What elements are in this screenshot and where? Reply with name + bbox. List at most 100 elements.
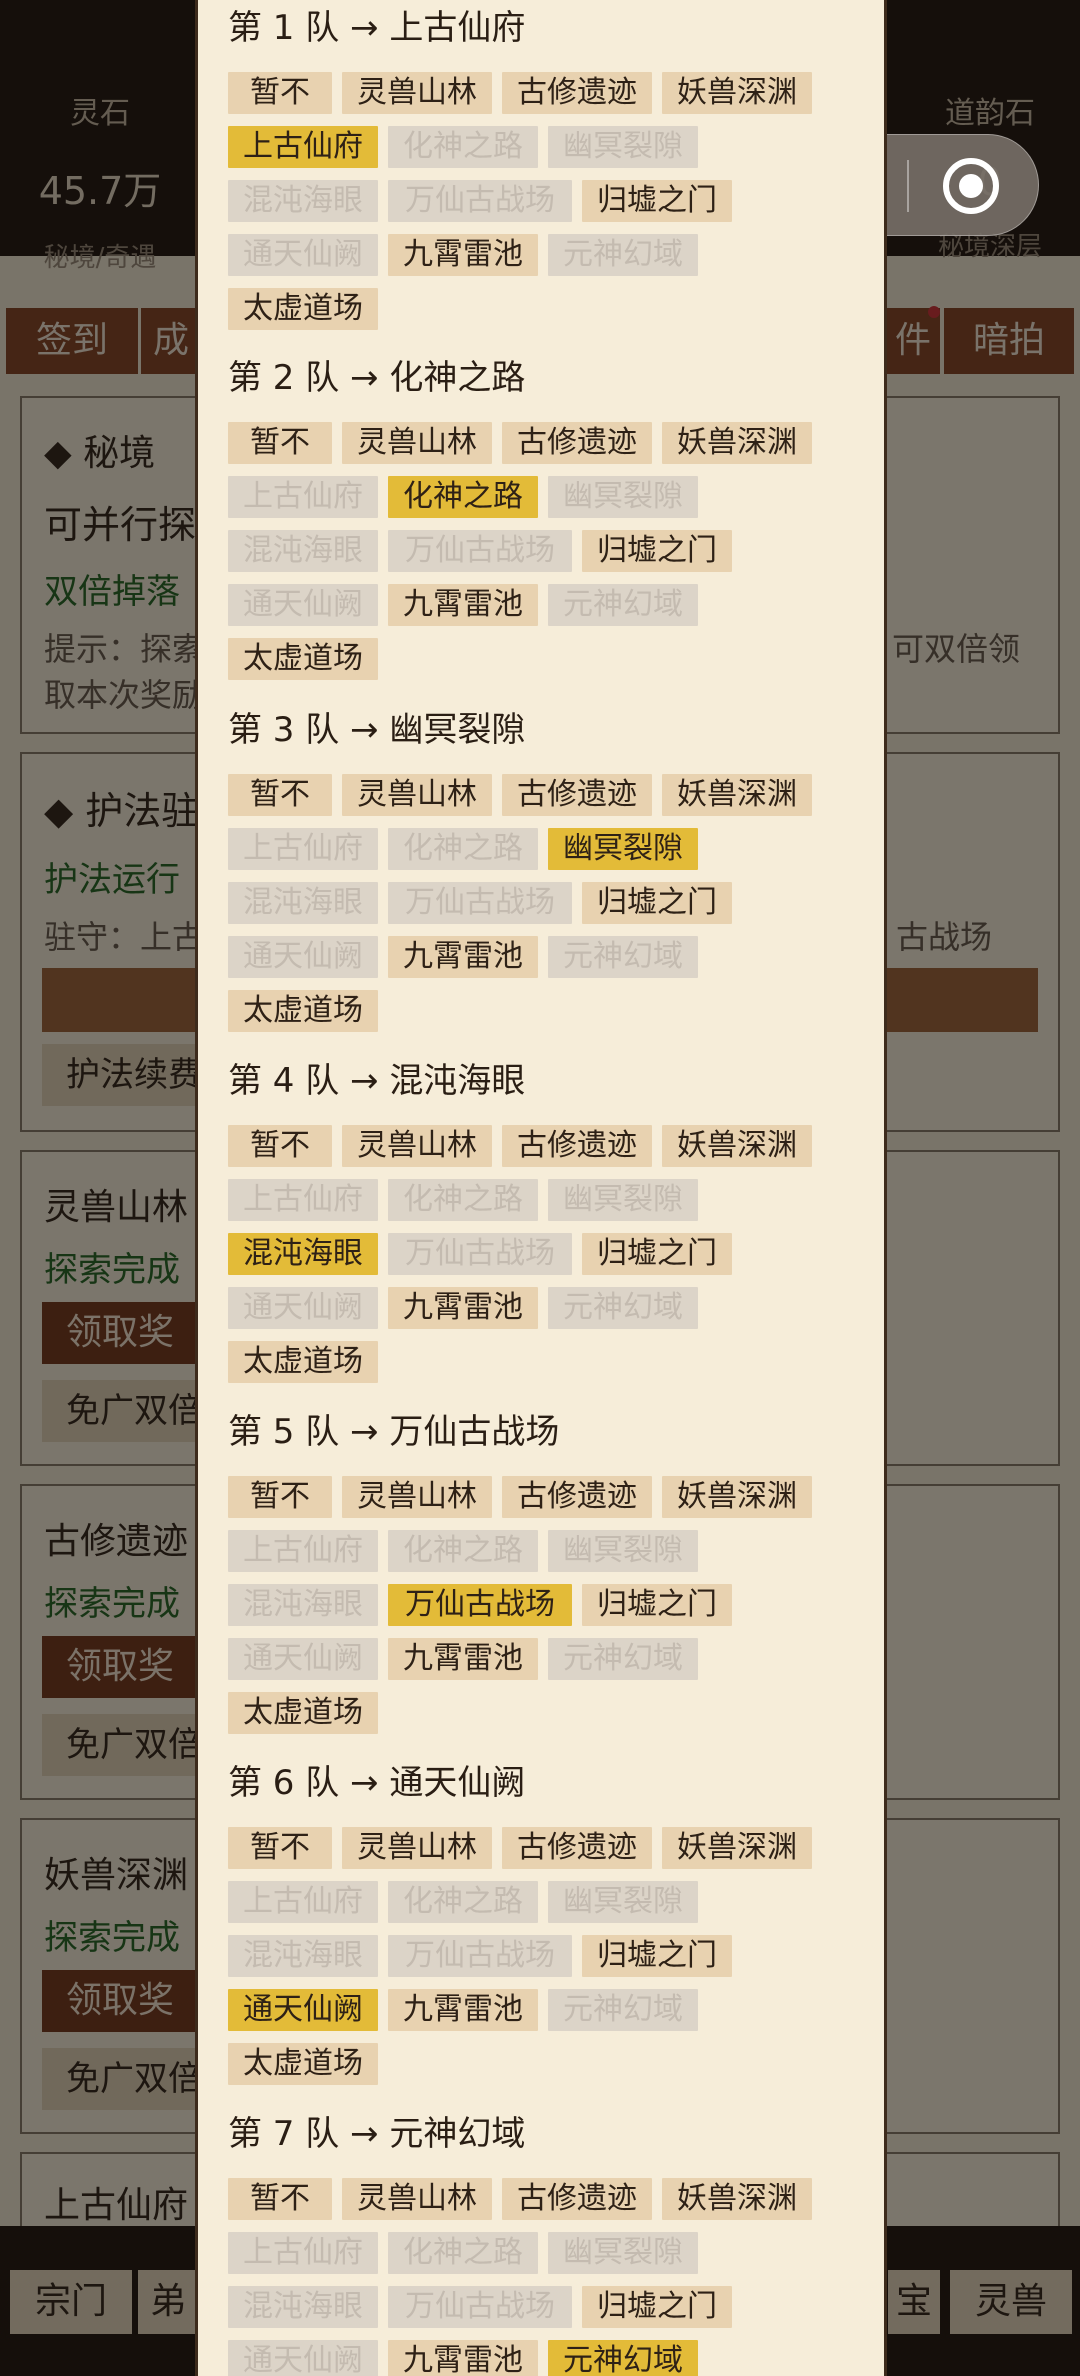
realm-option-chip: 化神之路 <box>388 1881 538 1923</box>
realm-option-chip: 幽冥裂隙 <box>548 126 698 168</box>
realm-option-chip[interactable]: 九霄雷池 <box>388 936 538 978</box>
team-section: 第 1 队 → 上古仙府 暂不 灵兽山林 古修遗迹 妖兽深渊上古仙府 化神之路 幽冥裂隙混沌… <box>198 8 884 348</box>
realm-option-chip: 万仙古战场 <box>388 2286 572 2328</box>
realm-option-chip[interactable]: 妖兽深渊 <box>662 422 812 464</box>
realm-option-chip[interactable]: 妖兽深渊 <box>662 1125 812 1167</box>
realm-option-chip[interactable]: 太虚道场 <box>228 288 378 330</box>
realm-option-chip: 万仙古战场 <box>388 882 572 924</box>
realm-option-chip[interactable]: 归墟之门 <box>582 180 732 222</box>
realm-option-chip: 幽冥裂隙 <box>548 476 698 518</box>
realm-option-chip[interactable]: 灵兽山林 <box>342 1827 492 1869</box>
realm-option-chip[interactable]: 妖兽深渊 <box>662 2178 812 2220</box>
realm-option-chip[interactable]: 归墟之门 <box>582 2286 732 2328</box>
realm-option-chip[interactable]: 万仙古战场 <box>388 1584 572 1626</box>
realm-option-chip[interactable]: 灵兽山林 <box>342 422 492 464</box>
realm-option-chip: 通天仙阙 <box>228 1638 378 1680</box>
realm-option-chip: 混沌海眼 <box>228 530 378 572</box>
realm-option-chip: 上古仙府 <box>228 1530 378 1572</box>
realm-option-chip[interactable]: 暂不 <box>228 1476 332 1518</box>
realm-option-chip: 万仙古战场 <box>388 1233 572 1275</box>
team-title: 第 7 队 → 元神幻域 <box>228 2114 526 2154</box>
team-title: 第 1 队 → 上古仙府 <box>228 8 526 48</box>
realm-option-chip[interactable]: 幽冥裂隙 <box>548 828 698 870</box>
team-dispatch-modal: 第 1 队 → 上古仙府 暂不 灵兽山林 古修遗迹 妖兽深渊 上古仙府 化神之路 幽冥裂隙 混沌… <box>195 0 887 2376</box>
realm-option-chip: 上古仙府 <box>228 1179 378 1221</box>
realm-option-chip[interactable]: 元神幻域 <box>548 2340 698 2376</box>
capsule-divider <box>907 160 909 212</box>
realm-option-chip: 上古仙府 <box>228 2232 378 2274</box>
team-section: 第 4 队 → 混沌海眼 暂不 灵兽山林 古修遗迹 妖兽深渊 上古仙府 化神之路 幽冥裂隙 混沌… <box>198 1061 884 1401</box>
realm-option-chip[interactable]: 归墟之门 <box>582 530 732 572</box>
realm-option-chip[interactable]: 灵兽山林 <box>342 2178 492 2220</box>
realm-option-chip[interactable]: 归墟之门 <box>582 882 732 924</box>
realm-option-chip[interactable]: 上古仙府 <box>228 126 378 168</box>
realm-option-chip[interactable]: 古修遗迹 <box>502 1125 652 1167</box>
realm-option-chip: 通天仙阙 <box>228 1287 378 1329</box>
realm-option-chip[interactable]: 古修遗迹 <box>502 774 652 816</box>
team-section: 第 2 队 → 化神之路 暂不 灵兽山林 古修遗迹 妖兽深渊 上古仙府 化神之路 幽冥裂隙 混沌… <box>198 358 884 698</box>
realm-option-chip: 元神幻域 <box>548 1638 698 1680</box>
realm-option-chip: 幽冥裂隙 <box>548 1530 698 1572</box>
realm-option-chip: 化神之路 <box>388 126 538 168</box>
realm-option-chip: 通天仙阙 <box>228 936 378 978</box>
realm-option-chip[interactable]: 九霄雷池 <box>388 1638 538 1680</box>
team-section: 第 3 队 → 幽冥裂隙 暂不 灵兽山林 古修遗迹 妖兽深渊 上古仙府 化神之路 幽冥裂隙 混沌… <box>198 710 884 1050</box>
close-target-icon[interactable] <box>943 158 999 214</box>
realm-option-chip: 混沌海眼 <box>228 1935 378 1977</box>
realm-option-chip: 幽冥裂隙 <box>548 1179 698 1221</box>
realm-option-chip[interactable]: 妖兽深渊 <box>662 1476 812 1518</box>
realm-option-chip[interactable]: 暂不 <box>228 1827 332 1869</box>
team-section: 第 7 队 → 元神幻域 暂不 灵兽山林 古修遗迹 妖兽深渊上古仙府 化神之路 幽冥裂隙混沌… <box>198 2114 884 2376</box>
realm-option-chip[interactable]: 九霄雷池 <box>388 234 538 276</box>
realm-option-chip: 化神之路 <box>388 828 538 870</box>
realm-option-chip[interactable]: 暂不 <box>228 422 332 464</box>
realm-option-chip[interactable]: 灵兽山林 <box>342 1476 492 1518</box>
team-title: 第 2 队 → 化神之路 <box>228 358 526 398</box>
realm-option-chip[interactable]: 灵兽山林 <box>342 774 492 816</box>
realm-option-chip: 万仙古战场 <box>388 180 572 222</box>
realm-option-chip[interactable]: 古修遗迹 <box>502 1476 652 1518</box>
realm-option-chip: 混沌海眼 <box>228 180 378 222</box>
realm-option-chip[interactable]: 通天仙阙 <box>228 1989 378 2031</box>
realm-option-chip[interactable]: 九霄雷池 <box>388 584 538 626</box>
realm-option-chip: 元神幻域 <box>548 584 698 626</box>
realm-option-chip[interactable]: 九霄雷池 <box>388 1287 538 1329</box>
realm-option-chip[interactable]: 归墟之门 <box>582 1935 732 1977</box>
realm-option-chip: 幽冥裂隙 <box>548 1881 698 1923</box>
realm-option-chip[interactable]: 太虚道场 <box>228 1692 378 1734</box>
realm-option-chip: 幽冥裂隙 <box>548 2232 698 2274</box>
realm-option-chip: 通天仙阙 <box>228 584 378 626</box>
realm-option-chip[interactable]: 古修遗迹 <box>502 1827 652 1869</box>
team-title: 第 5 队 → 万仙古战场 <box>228 1412 560 1452</box>
realm-option-chip[interactable]: 太虚道场 <box>228 2043 378 2085</box>
realm-option-chip: 化神之路 <box>388 1530 538 1572</box>
realm-option-chip: 万仙古战场 <box>388 530 572 572</box>
realm-option-chip: 混沌海眼 <box>228 882 378 924</box>
team-section: 第 5 队 → 万仙古战场 暂不 灵兽山林 古修遗迹 妖兽深渊 上古仙府 化神之路 幽冥裂隙混… <box>198 1412 884 1752</box>
realm-option-chip[interactable]: 混沌海眼 <box>228 1233 378 1275</box>
realm-option-chip[interactable]: 九霄雷池 <box>388 1989 538 2031</box>
realm-option-chip[interactable]: 归墟之门 <box>582 1233 732 1275</box>
realm-option-chip[interactable]: 暂不 <box>228 72 332 114</box>
realm-option-chip[interactable]: 灵兽山林 <box>342 72 492 114</box>
realm-option-chip[interactable]: 九霄雷池 <box>388 2340 538 2376</box>
realm-option-chip: 混沌海眼 <box>228 2286 378 2328</box>
team-title: 第 4 队 → 混沌海眼 <box>228 1061 526 1101</box>
realm-option-chip[interactable]: 化神之路 <box>388 476 538 518</box>
realm-option-chip[interactable]: 妖兽深渊 <box>662 774 812 816</box>
realm-option-chip[interactable]: 暂不 <box>228 774 332 816</box>
realm-option-chip[interactable]: 太虚道场 <box>228 1341 378 1383</box>
realm-option-chip: 元神幻域 <box>548 1989 698 2031</box>
realm-option-chip[interactable]: 妖兽深渊 <box>662 1827 812 1869</box>
realm-option-chip[interactable]: 妖兽深渊 <box>662 72 812 114</box>
realm-option-chip[interactable]: 暂不 <box>228 1125 332 1167</box>
realm-option-chip[interactable]: 古修遗迹 <box>502 72 652 114</box>
realm-option-chip[interactable]: 太虚道场 <box>228 990 378 1032</box>
realm-option-chip[interactable]: 灵兽山林 <box>342 1125 492 1167</box>
realm-option-chip[interactable]: 古修遗迹 <box>502 422 652 464</box>
realm-option-chip[interactable]: 太虚道场 <box>228 638 378 680</box>
realm-option-chip[interactable]: 暂不 <box>228 2178 332 2220</box>
realm-option-chip[interactable]: 归墟之门 <box>582 1584 732 1626</box>
realm-option-chip: 化神之路 <box>388 2232 538 2274</box>
realm-option-chip[interactable]: 古修遗迹 <box>502 2178 652 2220</box>
